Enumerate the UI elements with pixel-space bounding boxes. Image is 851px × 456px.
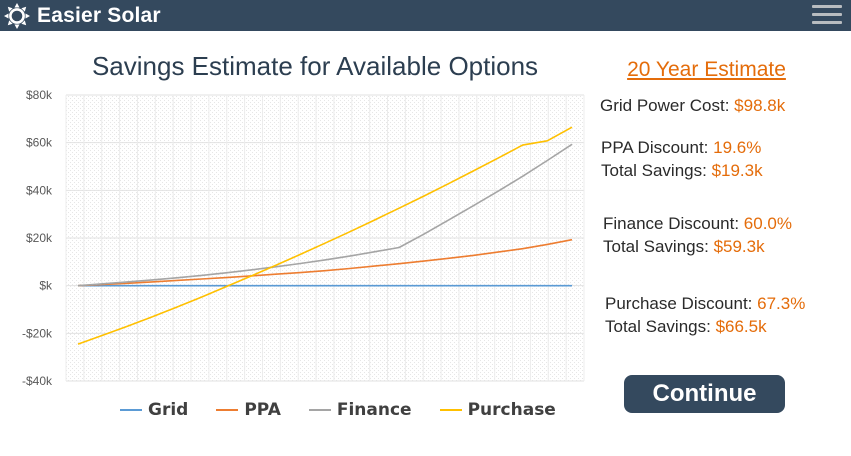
legend-label-finance: Finance [336, 400, 412, 420]
ppa-savings-stat: Total Savings: $19.3k [601, 159, 763, 182]
ppa-savings-value: $19.3k [711, 161, 763, 180]
y-tick-label: $k [39, 279, 53, 293]
savings-chart: $80k $60k $40k $20k $k -$20k -$40k [22, 88, 585, 388]
grid-cost-value: $98.8k [734, 96, 786, 115]
finance-discount-value: 60.0% [743, 214, 792, 233]
purchase-savings-value: $66.5k [715, 317, 767, 336]
legend-swatch-grid [120, 409, 142, 411]
legend-label-ppa: PPA [244, 400, 281, 420]
legend-label-grid: Grid [148, 400, 189, 420]
sun-icon[interactable] [4, 3, 30, 29]
grid-cost-stat: Grid Power Cost: $98.8k [600, 94, 785, 117]
finance-savings-value: $59.3k [713, 237, 765, 256]
hamburger-menu-icon[interactable] [812, 5, 842, 27]
legend-swatch-purchase [439, 409, 462, 411]
ppa-discount-stat: PPA Discount: 19.6% [601, 136, 761, 159]
legend-item-finance: Finance [308, 400, 412, 420]
purchase-discount-label: Purchase Discount: [605, 294, 758, 313]
finance-savings-label: Total Savings: [603, 237, 714, 256]
legend-swatch-finance [308, 409, 331, 411]
purchase-savings-label: Total Savings: [605, 317, 716, 336]
continue-button[interactable]: Continue [624, 375, 785, 413]
finance-savings-stat: Total Savings: $59.3k [603, 235, 765, 258]
legend-swatch-ppa [216, 409, 239, 411]
y-tick-label: $40k [26, 183, 53, 197]
top-bar: Easier Solar [0, 0, 851, 31]
chart-title: Savings Estimate for Available Options [91, 51, 539, 81]
y-tick-label: -$20k [22, 326, 53, 340]
y-tick-label: $60k [26, 136, 53, 150]
y-tick-label: $20k [26, 231, 53, 245]
legend-item-grid: Grid [120, 400, 188, 420]
purchase-discount-value: 67.3% [757, 294, 806, 313]
finance-discount-label: Finance Discount: [603, 214, 744, 233]
ppa-savings-label: Total Savings: [601, 161, 712, 180]
legend-label-purchase: Purchase [467, 400, 556, 420]
legend-item-ppa: PPA [216, 400, 281, 420]
finance-discount-stat: Finance Discount: 60.0% [603, 212, 792, 235]
y-tick-label: -$40k [22, 374, 53, 388]
purchase-savings-stat: Total Savings: $66.5k [605, 315, 767, 338]
ppa-discount-label: PPA Discount: [601, 138, 714, 157]
y-tick-label: $80k [26, 88, 53, 102]
chart-legend: Grid PPA Finance Purchase [120, 397, 584, 423]
ppa-discount-value: 19.6% [713, 138, 762, 157]
app-title: Easier Solar [37, 4, 161, 27]
purchase-discount-stat: Purchase Discount: 67.3% [605, 292, 805, 315]
estimate-title[interactable]: 20 Year Estimate [604, 57, 809, 83]
grid-cost-label: Grid Power Cost: [600, 96, 735, 115]
legend-item-purchase: Purchase [439, 400, 556, 420]
